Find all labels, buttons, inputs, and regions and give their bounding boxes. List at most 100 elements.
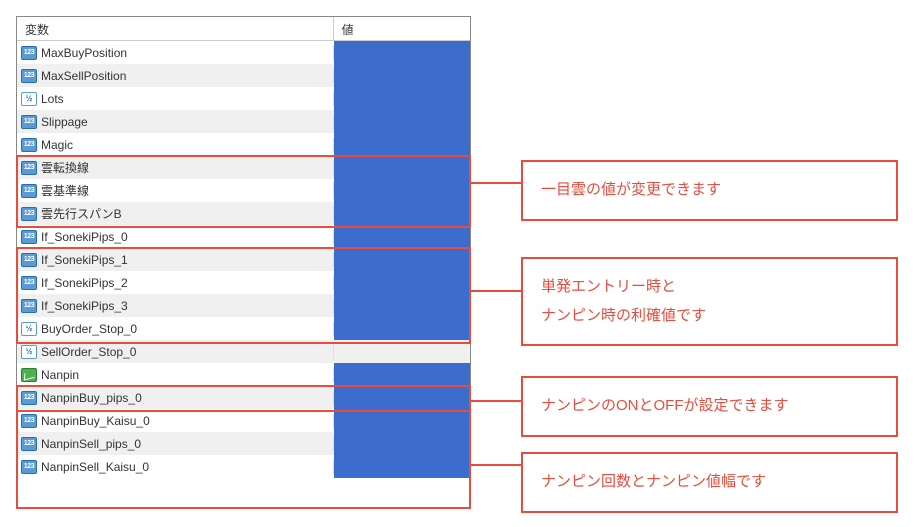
variable-cell[interactable]: 123NanpinSell_Kaisu_0 [17, 460, 334, 474]
variable-cell[interactable]: 123 Slippage [17, 115, 334, 129]
variable-name: Magic [41, 138, 73, 152]
variable-name: Lots [41, 92, 64, 106]
variable-cell[interactable]: 123Magic [17, 138, 334, 152]
annotation-cloud: 一目雲の値が変更できます [521, 160, 898, 221]
integer-type-icon: 123 [21, 230, 37, 244]
variable-name: MaxBuyPosition [41, 46, 127, 60]
table-row[interactable]: 123MaxBuyPosition [17, 41, 470, 64]
table-row[interactable]: 123 NanpinBuy_pips_0 [17, 386, 470, 409]
variable-cell[interactable]: 123MaxSellPosition [17, 69, 334, 83]
variable-name: 雲転換線 [41, 159, 89, 176]
table-row[interactable]: 123 If_SonekiPips_0 [17, 225, 470, 248]
integer-type-icon: 123 [21, 437, 37, 451]
variable-name: Nanpin [41, 368, 79, 382]
variable-cell[interactable]: 123 NanpinBuy_Kaisu_0 [17, 414, 334, 428]
double-type-icon: ½ [21, 345, 37, 359]
table-row[interactable]: 123 雲基準線 [17, 179, 470, 202]
variable-name: NanpinBuy_pips_0 [41, 391, 142, 405]
integer-type-icon: 123 [21, 299, 37, 313]
annotation-nanpin-params: ナンピン回数とナンピン値幅です [521, 452, 898, 513]
value-cell[interactable] [334, 317, 470, 340]
table-row[interactable]: 123 If_SonekiPips_3 [17, 294, 470, 317]
variable-name: If_SonekiPips_1 [41, 253, 128, 267]
variable-cell[interactable]: Nanpin [17, 368, 334, 382]
variable-cell[interactable]: 123 NanpinBuy_pips_0 [17, 391, 334, 405]
integer-type-icon: 123 [21, 184, 37, 198]
value-cell[interactable] [334, 133, 470, 156]
variable-cell[interactable]: 123MaxBuyPosition [17, 46, 334, 60]
variable-cell[interactable]: 123 If_SonekiPips_1 [17, 253, 334, 267]
value-cell[interactable] [334, 87, 470, 110]
table-row[interactable]: 123 If_SonekiPips_1 [17, 248, 470, 271]
value-cell[interactable] [334, 386, 470, 409]
variable-name: If_SonekiPips_3 [41, 299, 128, 313]
variable-cell[interactable]: 123 If_SonekiPips_3 [17, 299, 334, 313]
variable-cell[interactable]: 123 If_SonekiPips_2 [17, 276, 334, 290]
variable-cell[interactable]: 123 雲基準線 [17, 182, 334, 199]
table-header: 変数 値 [17, 17, 470, 41]
value-cell[interactable] [334, 432, 470, 455]
variable-name: NanpinBuy_Kaisu_0 [41, 414, 150, 428]
annotation-text: ナンピンのONとOFFが設定できます [541, 397, 789, 414]
variable-name: If_SonekiPips_0 [41, 230, 128, 244]
variable-name: 雲先行スパンB [41, 205, 122, 222]
table-row[interactable]: 123雲転換線 [17, 156, 470, 179]
value-cell[interactable] [334, 41, 470, 64]
variable-name: If_SonekiPips_2 [41, 276, 128, 290]
table-row[interactable]: ½Lots [17, 87, 470, 110]
integer-type-icon: 123 [21, 115, 37, 129]
variable-cell[interactable]: ½ SellOrder_Stop_0 [17, 345, 334, 359]
table-row[interactable]: 123 NanpinBuy_Kaisu_0 [17, 409, 470, 432]
value-cell[interactable] [334, 202, 470, 225]
bool-type-icon [21, 368, 37, 382]
table-row[interactable]: 123Magic [17, 133, 470, 156]
value-cell[interactable] [334, 340, 470, 363]
variable-cell[interactable]: ½BuyOrder_Stop_0 [17, 322, 334, 336]
variable-cell[interactable]: 123雲先行スパンB [17, 205, 334, 222]
annotation-nanpin-toggle: ナンピンのONとOFFが設定できます [521, 376, 898, 437]
integer-type-icon: 123 [21, 253, 37, 267]
variable-name: 雲基準線 [41, 182, 89, 199]
value-cell[interactable] [334, 179, 470, 202]
table-row[interactable]: 123MaxSellPosition [17, 64, 470, 87]
table-row[interactable]: 123NanpinSell_Kaisu_0 [17, 455, 470, 478]
value-cell[interactable] [334, 110, 470, 133]
annotation-text: 一目雲の値が変更できます [541, 181, 721, 198]
table-row[interactable]: 123 Slippage [17, 110, 470, 133]
table-row[interactable]: ½BuyOrder_Stop_0 [17, 317, 470, 340]
integer-type-icon: 123 [21, 69, 37, 83]
double-type-icon: ½ [21, 322, 37, 336]
column-header-value[interactable]: 値 [334, 17, 470, 40]
variable-name: NanpinSell_Kaisu_0 [41, 460, 149, 474]
variable-cell[interactable]: ½Lots [17, 92, 334, 106]
table-body: 123MaxBuyPosition123MaxSellPosition½Lots… [17, 41, 470, 478]
annotation-text: 単発エントリー時と ナンピン時の利確値です [541, 278, 706, 324]
value-cell[interactable] [334, 294, 470, 317]
variable-cell[interactable]: 123 NanpinSell_pips_0 [17, 437, 334, 451]
variable-cell[interactable]: 123 If_SonekiPips_0 [17, 230, 334, 244]
value-cell[interactable] [334, 64, 470, 87]
integer-type-icon: 123 [21, 276, 37, 290]
table-row[interactable]: ½ SellOrder_Stop_0 [17, 340, 470, 363]
table-row[interactable]: 123 If_SonekiPips_2 [17, 271, 470, 294]
value-cell[interactable] [334, 156, 470, 179]
annotation-soneki: 単発エントリー時と ナンピン時の利確値です [521, 257, 898, 346]
connector-line [471, 400, 521, 402]
column-header-variable[interactable]: 変数 [17, 17, 334, 40]
variable-cell[interactable]: 123雲転換線 [17, 159, 334, 176]
integer-type-icon: 123 [21, 391, 37, 405]
value-cell[interactable] [334, 248, 470, 271]
variable-name: Slippage [41, 115, 88, 129]
table-row[interactable]: 123 NanpinSell_pips_0 [17, 432, 470, 455]
value-cell[interactable] [334, 271, 470, 294]
variable-name: SellOrder_Stop_0 [41, 345, 136, 359]
value-cell[interactable] [334, 409, 470, 432]
connector-line [471, 182, 521, 184]
table-row[interactable]: Nanpin [17, 363, 470, 386]
value-cell[interactable] [334, 455, 470, 478]
value-cell[interactable] [334, 363, 470, 386]
variable-name: NanpinSell_pips_0 [41, 437, 141, 451]
integer-type-icon: 123 [21, 414, 37, 428]
value-cell[interactable] [334, 225, 470, 248]
table-row[interactable]: 123雲先行スパンB [17, 202, 470, 225]
